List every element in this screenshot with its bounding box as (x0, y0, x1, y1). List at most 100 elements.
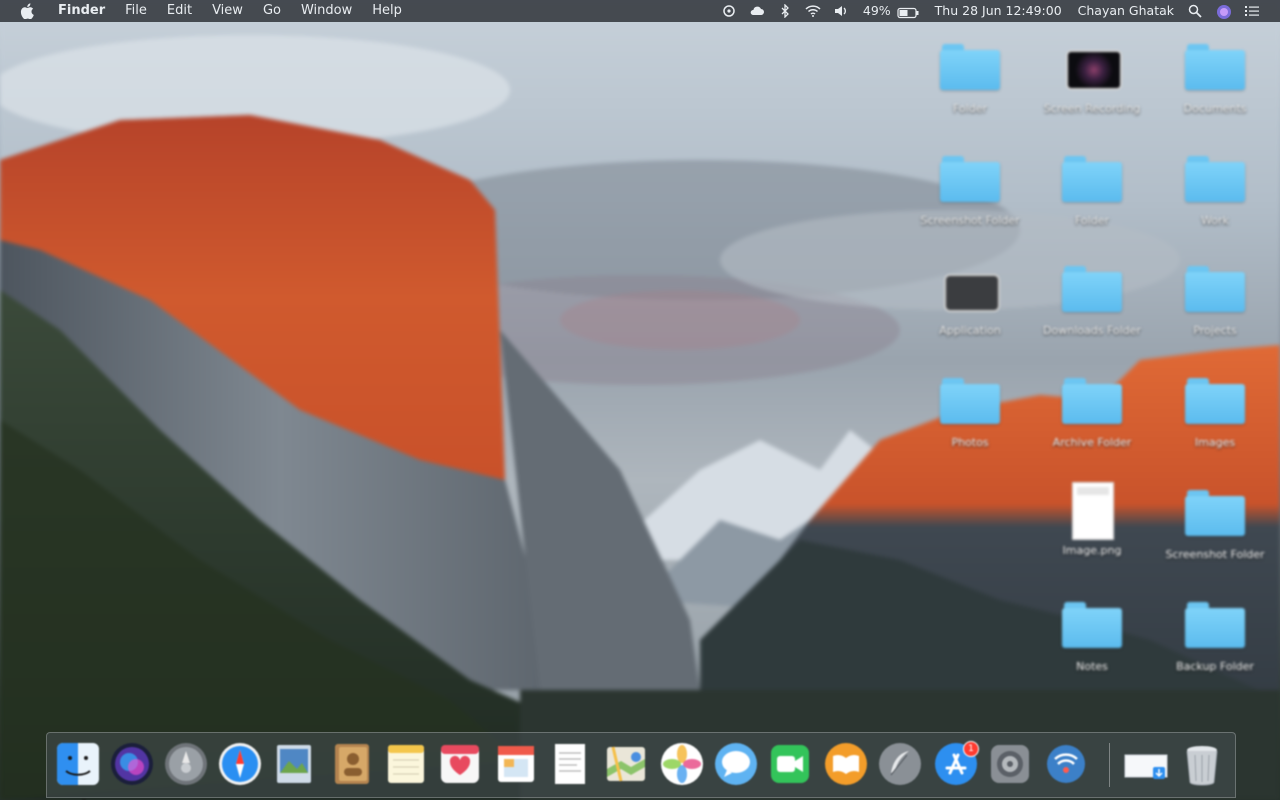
desktop-folder[interactable]: Folder (1037, 152, 1147, 227)
menu-edit[interactable]: Edit (157, 0, 202, 22)
folder-icon (1185, 152, 1245, 208)
desktop-item-label: Archive Folder (1052, 436, 1132, 449)
battery-status[interactable]: 49% (855, 0, 927, 22)
dock-finder[interactable] (55, 741, 101, 800)
battery-icon (897, 4, 919, 19)
menu-app-name[interactable]: Finder (48, 0, 115, 22)
dock-separator (1109, 743, 1110, 787)
dock-calendar[interactable] (493, 741, 539, 787)
menu-help[interactable]: Help (362, 0, 412, 22)
folder-icon (940, 374, 1000, 430)
folder-icon (1185, 486, 1245, 542)
menu-window[interactable]: Window (291, 0, 362, 22)
dock: 1 (46, 732, 1236, 800)
desktop-item-label: Work (1201, 214, 1229, 227)
volume-icon[interactable] (833, 4, 849, 18)
folder-icon (940, 152, 1000, 208)
folder-icon (1062, 598, 1122, 654)
desktop-application[interactable]: Application (915, 262, 1025, 337)
desktop-folder[interactable]: Work (1160, 152, 1270, 227)
application-icon (940, 262, 1000, 318)
dock-app-store[interactable]: 1 (933, 741, 979, 787)
desktop-folder[interactable]: Folder (915, 40, 1025, 115)
desktop-item-label: Documents (1183, 102, 1247, 115)
folder-icon (1185, 598, 1245, 654)
folder-icon (1185, 40, 1245, 96)
photos-icon (661, 743, 703, 785)
trash-icon (1186, 746, 1218, 786)
desktop-item-label: Application (939, 324, 1001, 337)
network-icon (1047, 745, 1085, 783)
desktop-item-label: Photos (951, 436, 989, 449)
desktop-item-label: Screenshot Folder (1165, 548, 1265, 561)
downloads-stack-icon (1124, 754, 1168, 779)
status-app-icon[interactable] (721, 4, 737, 18)
document-icon (1062, 482, 1122, 540)
desktop-folder[interactable]: Archive Folder (1037, 374, 1147, 449)
apple-menu-icon[interactable] (20, 3, 34, 20)
desktop-folder[interactable]: Photos (915, 374, 1025, 449)
dock-launchpad[interactable] (163, 741, 209, 787)
desktop-folder[interactable]: Images (1160, 374, 1270, 449)
dock-textedit[interactable] (547, 741, 593, 787)
notification-badge: 1 (963, 741, 979, 757)
menu-view[interactable]: View (202, 0, 253, 22)
finder-icon (57, 743, 99, 785)
desktop-folder[interactable]: Projects (1160, 262, 1270, 337)
desktop-document[interactable]: Image.png (1037, 482, 1147, 557)
dock-system-preferences[interactable] (987, 741, 1033, 787)
dock-maps[interactable] (603, 741, 649, 787)
dock-feather[interactable] (877, 741, 923, 787)
desktop-item-label: Image.png (1062, 544, 1122, 557)
siri-icon (111, 743, 153, 785)
dock-network-utility[interactable] (1043, 741, 1089, 787)
reminders-icon (441, 745, 479, 783)
dock-preview[interactable] (271, 741, 317, 787)
menu-user-name[interactable]: Chayan Ghatak (1070, 0, 1182, 22)
folder-icon (1062, 152, 1122, 208)
folder-icon (1062, 374, 1122, 430)
messages-icon (715, 743, 757, 785)
dock-safari[interactable] (217, 741, 263, 787)
menu-go[interactable]: Go (253, 0, 291, 22)
dock-siri[interactable] (109, 741, 155, 787)
dock-facetime[interactable] (767, 741, 813, 787)
desktop-folder[interactable]: Downloads Folder (1037, 262, 1147, 337)
contacts-icon (335, 744, 369, 784)
dock-photos[interactable] (659, 741, 705, 787)
ibooks-icon (825, 743, 867, 785)
desktop-item-label: Projects (1193, 324, 1237, 337)
desktop-folder[interactable]: Screenshot Folder (1160, 486, 1270, 561)
dock-contacts[interactable] (329, 741, 375, 787)
dock-ibooks[interactable] (823, 741, 869, 787)
wifi-icon[interactable] (805, 4, 821, 18)
desktop-folder[interactable]: Documents (1160, 40, 1270, 115)
siri-menu-icon[interactable] (1216, 4, 1232, 19)
folder-icon (940, 40, 1000, 96)
facetime-icon (771, 745, 809, 783)
calendar-icon (498, 746, 534, 782)
menu-file[interactable]: File (115, 0, 157, 22)
video-file-icon (1062, 40, 1122, 96)
dock-trash[interactable] (1179, 741, 1225, 787)
desktop-video-file[interactable]: Screen Recording (1037, 40, 1147, 115)
launchpad-icon (165, 743, 207, 785)
desktop-item-label: Notes (1076, 660, 1108, 673)
dock-notes[interactable] (383, 741, 429, 787)
menu-bar: Finder File Edit View Go Window Help 49%… (0, 0, 1280, 22)
desktop-folder[interactable]: Backup Folder (1160, 598, 1270, 673)
spotlight-search-icon[interactable] (1188, 4, 1204, 18)
desktop-item-label: Folder (1075, 214, 1109, 227)
folder-icon (1062, 262, 1122, 318)
dock-downloads-stack[interactable] (1123, 741, 1169, 787)
folder-icon (1185, 374, 1245, 430)
bluetooth-icon[interactable] (777, 3, 793, 19)
dock-reminders[interactable] (437, 741, 483, 787)
desktop-folder[interactable]: Screenshot Folder (915, 152, 1025, 227)
notification-center-icon[interactable] (1244, 4, 1260, 18)
cloud-icon[interactable] (749, 4, 765, 18)
dock-messages[interactable] (713, 741, 759, 787)
menu-clock[interactable]: Thu 28 Jun 12:49:00 (927, 0, 1070, 22)
desktop-folder[interactable]: Notes (1037, 598, 1147, 673)
desktop-item-label: Downloads Folder (1043, 324, 1141, 337)
